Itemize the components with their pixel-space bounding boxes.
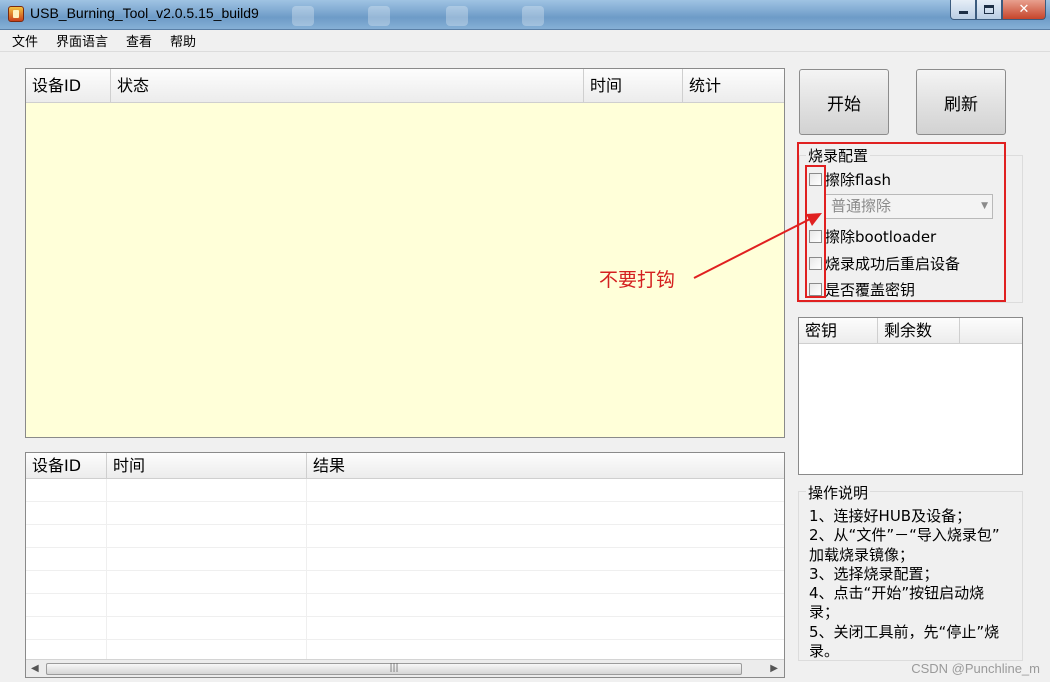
menu-file[interactable]: 文件 (10, 31, 40, 50)
table-row (26, 548, 784, 571)
instruction-line: 3、选择烧录配置； (809, 564, 939, 583)
close-button[interactable]: ✕ (1002, 0, 1046, 20)
minimize-icon (958, 11, 968, 14)
background-glare (446, 6, 468, 26)
key-table[interactable]: 密钥 剩余数 (798, 317, 1023, 475)
table-row (26, 594, 784, 617)
menu-bar: 文件 界面语言 查看 帮助 (0, 30, 1050, 52)
log-rows (26, 479, 784, 663)
scrollbar-thumb[interactable]: ||| (46, 663, 742, 675)
highlight-box-config (797, 142, 1006, 302)
minimize-button[interactable] (950, 0, 976, 20)
instruction-line: 加载烧录镜像； (809, 545, 915, 564)
column-stats[interactable]: 统计 (683, 69, 784, 103)
table-row (26, 479, 784, 502)
highlight-box-checkboxes (805, 165, 826, 298)
scroll-left-icon[interactable]: ◀ (31, 663, 39, 674)
instruction-line: 2、从“文件”－“导入烧录包” (809, 526, 1000, 545)
annotation-text: 不要打钩 (599, 269, 676, 291)
maximize-icon (984, 5, 994, 14)
instructions-title: 操作说明 (806, 482, 871, 503)
close-icon: ✕ (1018, 2, 1030, 17)
log-table[interactable]: 设备ID 时间 结果 ◀ ||| ▶ (25, 452, 785, 678)
app-icon (8, 6, 24, 22)
log-table-header: 设备ID 时间 结果 (26, 453, 784, 479)
window-controls: ✕ (950, 0, 1046, 20)
scroll-right-icon[interactable]: ▶ (770, 663, 778, 674)
grip-icon: ||| (389, 663, 399, 673)
menu-view[interactable]: 查看 (124, 31, 154, 50)
column-key[interactable]: 密钥 (799, 318, 878, 344)
background-glare (292, 6, 314, 26)
instruction-line: 5、关闭工具前，先“停止”烧 (809, 622, 1000, 641)
column-log-time[interactable]: 时间 (107, 453, 307, 479)
start-button[interactable]: 开始 (799, 69, 889, 135)
instruction-line: 4、点击“开始”按钮启动烧 (809, 584, 985, 603)
column-remaining[interactable]: 剩余数 (878, 318, 960, 344)
device-table[interactable]: 设备ID 状态 时间 统计 (25, 68, 785, 438)
column-device-id[interactable]: 设备ID (26, 69, 111, 103)
instruction-line: 录。 (809, 642, 840, 661)
table-row (26, 502, 784, 525)
column-time[interactable]: 时间 (584, 69, 683, 103)
window-title: USB_Burning_Tool_v2.0.5.15_build9 (30, 5, 259, 21)
table-row (26, 571, 784, 594)
horizontal-scrollbar[interactable]: ◀ ||| ▶ (26, 659, 784, 677)
column-log-device-id[interactable]: 设备ID (26, 453, 107, 479)
watermark: CSDN @Punchline_m (911, 661, 1040, 676)
menu-help[interactable]: 帮助 (168, 31, 198, 50)
key-table-header: 密钥 剩余数 (799, 318, 1022, 344)
column-log-result[interactable]: 结果 (307, 453, 784, 479)
title-bar: USB_Burning_Tool_v2.0.5.15_build9 ✕ (0, 0, 1050, 30)
instruction-line: 1、连接好HUB及设备； (809, 507, 972, 525)
column-status[interactable]: 状态 (111, 69, 584, 103)
table-row (26, 525, 784, 548)
table-row (26, 617, 784, 640)
background-glare (522, 6, 544, 26)
refresh-button[interactable]: 刷新 (916, 69, 1006, 135)
menu-language[interactable]: 界面语言 (54, 31, 110, 50)
device-table-header: 设备ID 状态 时间 统计 (26, 69, 784, 103)
instruction-line: 录； (809, 603, 840, 622)
instructions-body: 1、连接好HUB及设备； 2、从“文件”－“导入烧录包” 加载烧录镜像； 3、选… (809, 507, 1014, 661)
background-glare (368, 6, 390, 26)
maximize-button[interactable] (976, 0, 1002, 20)
